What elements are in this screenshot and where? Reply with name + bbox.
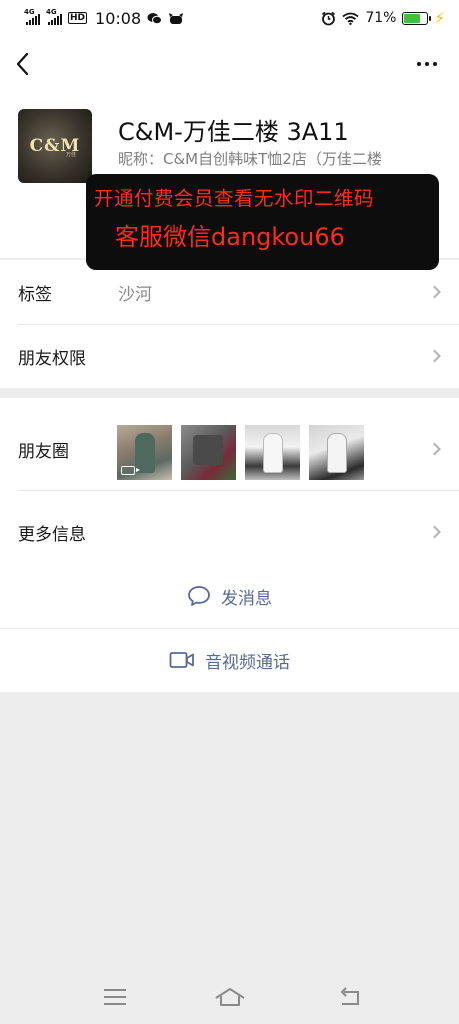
more-info-row[interactable]: 更多信息 (0, 500, 459, 564)
send-message-label: 发消息 (221, 588, 272, 609)
signal-icon-2: 4G (46, 8, 62, 25)
tags-value: 沙河 (118, 284, 152, 305)
hd-voice-icon: HD (68, 12, 88, 24)
battery-percent: 71% (365, 10, 397, 26)
moments-row[interactable]: 朋友圈 (0, 398, 459, 500)
alarm-icon (322, 11, 336, 25)
back-nav-icon[interactable] (336, 986, 362, 1008)
permissions-label: 朋友权限 (18, 348, 86, 369)
moments-thumbnail (117, 425, 172, 480)
watermark-overlay: 开通付费会员查看无水印二维码 客服微信dangkou66 (86, 174, 439, 270)
system-nav-bar (0, 968, 459, 1024)
chevron-right-icon (428, 442, 441, 456)
chevron-right-icon (428, 285, 441, 299)
settings-card: 标签 沙河 朋友权限 (0, 260, 459, 388)
app-notification-icon (169, 12, 184, 24)
chevron-right-icon (428, 349, 441, 363)
profile-header: C&M 万佳 C&M-万佳二楼 3A11 昵称：C&M自创韩味T恤2店（万佳二楼… (0, 100, 459, 270)
moments-thumbnail (245, 425, 300, 480)
wifi-icon (342, 12, 359, 25)
battery-icon (402, 11, 432, 25)
nav-bar (0, 36, 459, 100)
status-time: 10:08 (95, 8, 142, 28)
send-message-button[interactable]: 发消息 (0, 564, 459, 628)
signal-icon-1: 4G (24, 8, 40, 25)
moments-thumbnail (181, 425, 236, 480)
status-bar: 4G 4G HD 10:08 71% ⚡ (0, 0, 459, 36)
more-info-label: 更多信息 (18, 524, 86, 545)
video-camera-icon (169, 652, 194, 668)
back-arrow-icon[interactable] (12, 50, 36, 78)
video-call-label: 音视频通话 (205, 652, 290, 673)
menu-icon[interactable] (102, 986, 128, 1008)
charging-icon: ⚡ (434, 9, 445, 27)
moments-thumbnails (117, 425, 364, 480)
contact-nickname: 昵称：C&M自创韩味T恤2店（万佳二楼 (118, 150, 382, 168)
moments-label: 朋友圈 (18, 441, 69, 462)
contact-name: C&M-万佳二楼 3A11 (118, 118, 349, 146)
avatar[interactable]: C&M 万佳 (18, 109, 92, 183)
video-call-button[interactable]: 音视频通话 (0, 628, 459, 692)
permissions-row[interactable]: 朋友权限 (0, 324, 459, 388)
moments-card: 朋友圈 更多信息 (0, 398, 459, 564)
home-icon[interactable] (214, 986, 246, 1008)
chat-bubble-icon (188, 586, 210, 606)
watermark-line-1: 开通付费会员查看无水印二维码 (94, 187, 375, 210)
chevron-right-icon (428, 525, 441, 539)
wechat-notification-icon (147, 12, 163, 24)
watermark-line-2: 客服微信dangkou66 (115, 223, 345, 251)
tags-label: 标签 (18, 284, 52, 305)
moments-thumbnail (309, 425, 364, 480)
more-dots-icon[interactable] (417, 52, 441, 76)
video-icon (121, 466, 140, 475)
divider (18, 490, 459, 491)
actions-card: 发消息 音视频通话 (0, 564, 459, 692)
